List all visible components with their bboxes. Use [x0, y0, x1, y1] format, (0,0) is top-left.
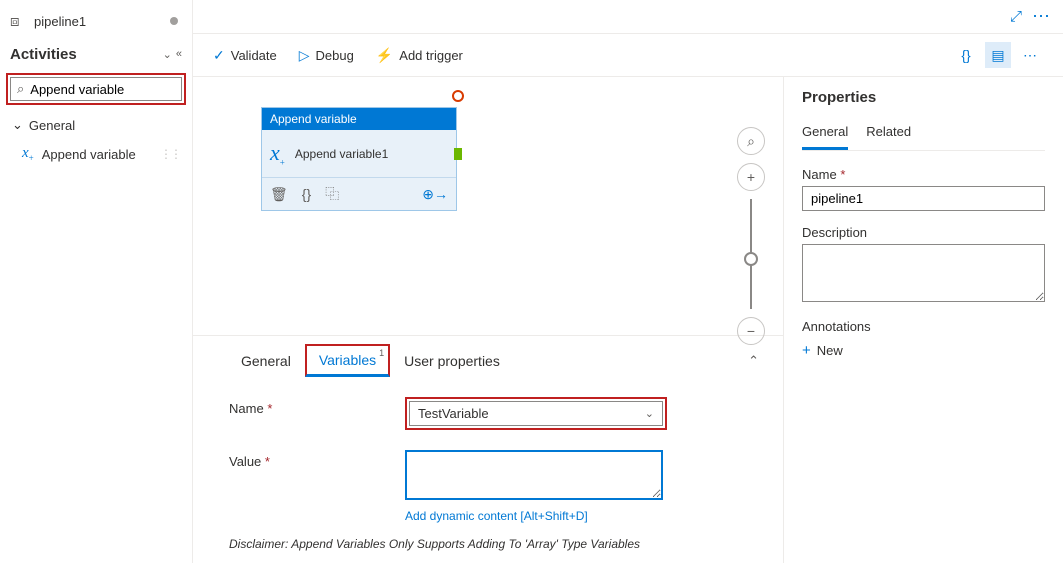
trigger-icon: ⚡ [376, 47, 393, 64]
variables-count-badge: 1 [379, 348, 384, 358]
check-icon: ✓ [213, 47, 225, 64]
add-output-icon[interactable]: ⊕→ [422, 186, 448, 203]
pipeline-name-input[interactable] [802, 186, 1045, 211]
tab-general[interactable]: General [229, 347, 303, 375]
expand-all-icon[interactable]: ⌄ [163, 48, 172, 61]
activity-node-append-variable[interactable]: Append variable x+ Append variable1 🗑 {}… [261, 107, 457, 211]
activity-group-general[interactable]: ⌄ General [0, 111, 192, 139]
drag-grip-icon: ⋮⋮ [160, 147, 180, 161]
activity-search-input[interactable] [30, 82, 175, 97]
annotations-label: Annotations [802, 319, 1045, 334]
props-tab-general[interactable]: General [802, 120, 848, 150]
variable-icon: x+ [22, 145, 34, 163]
pipeline-name: pipeline1 [34, 14, 86, 29]
activities-title: Activities [10, 46, 77, 63]
properties-title: Properties [802, 89, 1045, 106]
zoom-in-button[interactable]: + [737, 163, 765, 191]
activity-item-append-variable[interactable]: x+ Append variable ⋮⋮ [0, 139, 192, 169]
variable-value-label: Value * [229, 450, 405, 469]
more-icon: ⋯ [1023, 47, 1037, 64]
variable-name-select[interactable]: TestVariable ⌄ [409, 401, 663, 426]
activity-properties-panel: General Variables 1 User properties ⌃ Na… [193, 335, 783, 563]
panel-icon: ▤ [991, 47, 1004, 64]
activity-search-box[interactable]: ⌕ [10, 77, 182, 101]
new-annotation-button[interactable]: + New [802, 342, 1045, 359]
pipeline-toolbar: ✓ Validate ▷ Debug ⚡ Add trigger {} ▤ ⋯ [193, 34, 1063, 77]
toolbar-more-button[interactable]: ⋯ [1017, 42, 1043, 68]
debug-button[interactable]: ▷ Debug [299, 47, 354, 64]
braces-icon: {} [961, 47, 970, 63]
zoom-control: ⌕ + − [737, 127, 765, 345]
zoom-thumb[interactable] [744, 252, 758, 266]
more-actions-icon[interactable]: ⋯ [1032, 6, 1051, 27]
pipeline-icon: ⧈ [10, 12, 28, 30]
plus-icon: + [802, 342, 811, 359]
activities-sidebar: ⧈ pipeline1 Activities ⌄ « ⌕ ⌄ General x… [0, 0, 193, 563]
play-icon: ▷ [299, 47, 310, 64]
delete-icon[interactable]: 🗑 [270, 186, 288, 203]
unsaved-indicator-icon [170, 17, 178, 25]
node-header: Append variable [262, 108, 456, 130]
editor-topbar: ⤢ ⋯ [193, 0, 1063, 34]
error-indicator-icon [452, 90, 464, 102]
pipeline-name-label: Name * [802, 167, 1045, 182]
props-tab-related[interactable]: Related [866, 120, 911, 150]
tab-variables[interactable]: Variables 1 [305, 344, 390, 377]
search-icon: ⌕ [747, 133, 755, 150]
code-icon[interactable]: {} [302, 186, 311, 202]
node-title: Append variable1 [295, 147, 388, 161]
variable-name-label: Name * [229, 397, 405, 416]
add-trigger-button[interactable]: ⚡ Add trigger [376, 47, 463, 64]
pipeline-description-label: Description [802, 225, 1045, 240]
validate-button[interactable]: ✓ Validate [213, 47, 277, 64]
zoom-fit-button[interactable]: ⌕ [737, 127, 765, 155]
pipeline-canvas[interactable]: Append variable x+ Append variable1 🗑 {}… [193, 77, 783, 335]
properties-toggle-button[interactable]: ▤ [985, 42, 1011, 68]
pipeline-description-input[interactable] [802, 244, 1045, 302]
copy-icon[interactable]: ⿻ [325, 184, 339, 204]
pipeline-tab[interactable]: ⧈ pipeline1 [0, 8, 192, 38]
collapse-sidebar-icon[interactable]: « [176, 48, 182, 61]
variable-icon: x+ [270, 140, 285, 167]
chevron-down-icon: ⌄ [12, 117, 23, 133]
disclaimer-text: Disclaimer: Append Variables Only Suppor… [229, 537, 763, 551]
tab-user-properties[interactable]: User properties [392, 347, 512, 375]
search-icon: ⌕ [17, 81, 24, 97]
zoom-out-button[interactable]: − [737, 317, 765, 345]
pipeline-properties-panel: Properties General Related Name * Descri… [783, 77, 1063, 563]
expand-window-icon[interactable]: ⤢ [1010, 8, 1022, 25]
zoom-slider[interactable] [750, 199, 752, 309]
chevron-down-icon: ⌄ [645, 407, 654, 420]
output-handle-icon[interactable] [454, 148, 462, 160]
code-view-button[interactable]: {} [953, 42, 979, 68]
variable-value-input[interactable] [405, 450, 663, 500]
collapse-panel-icon[interactable]: ⌃ [744, 347, 763, 375]
add-dynamic-content-link[interactable]: Add dynamic content [Alt+Shift+D] [405, 509, 663, 523]
